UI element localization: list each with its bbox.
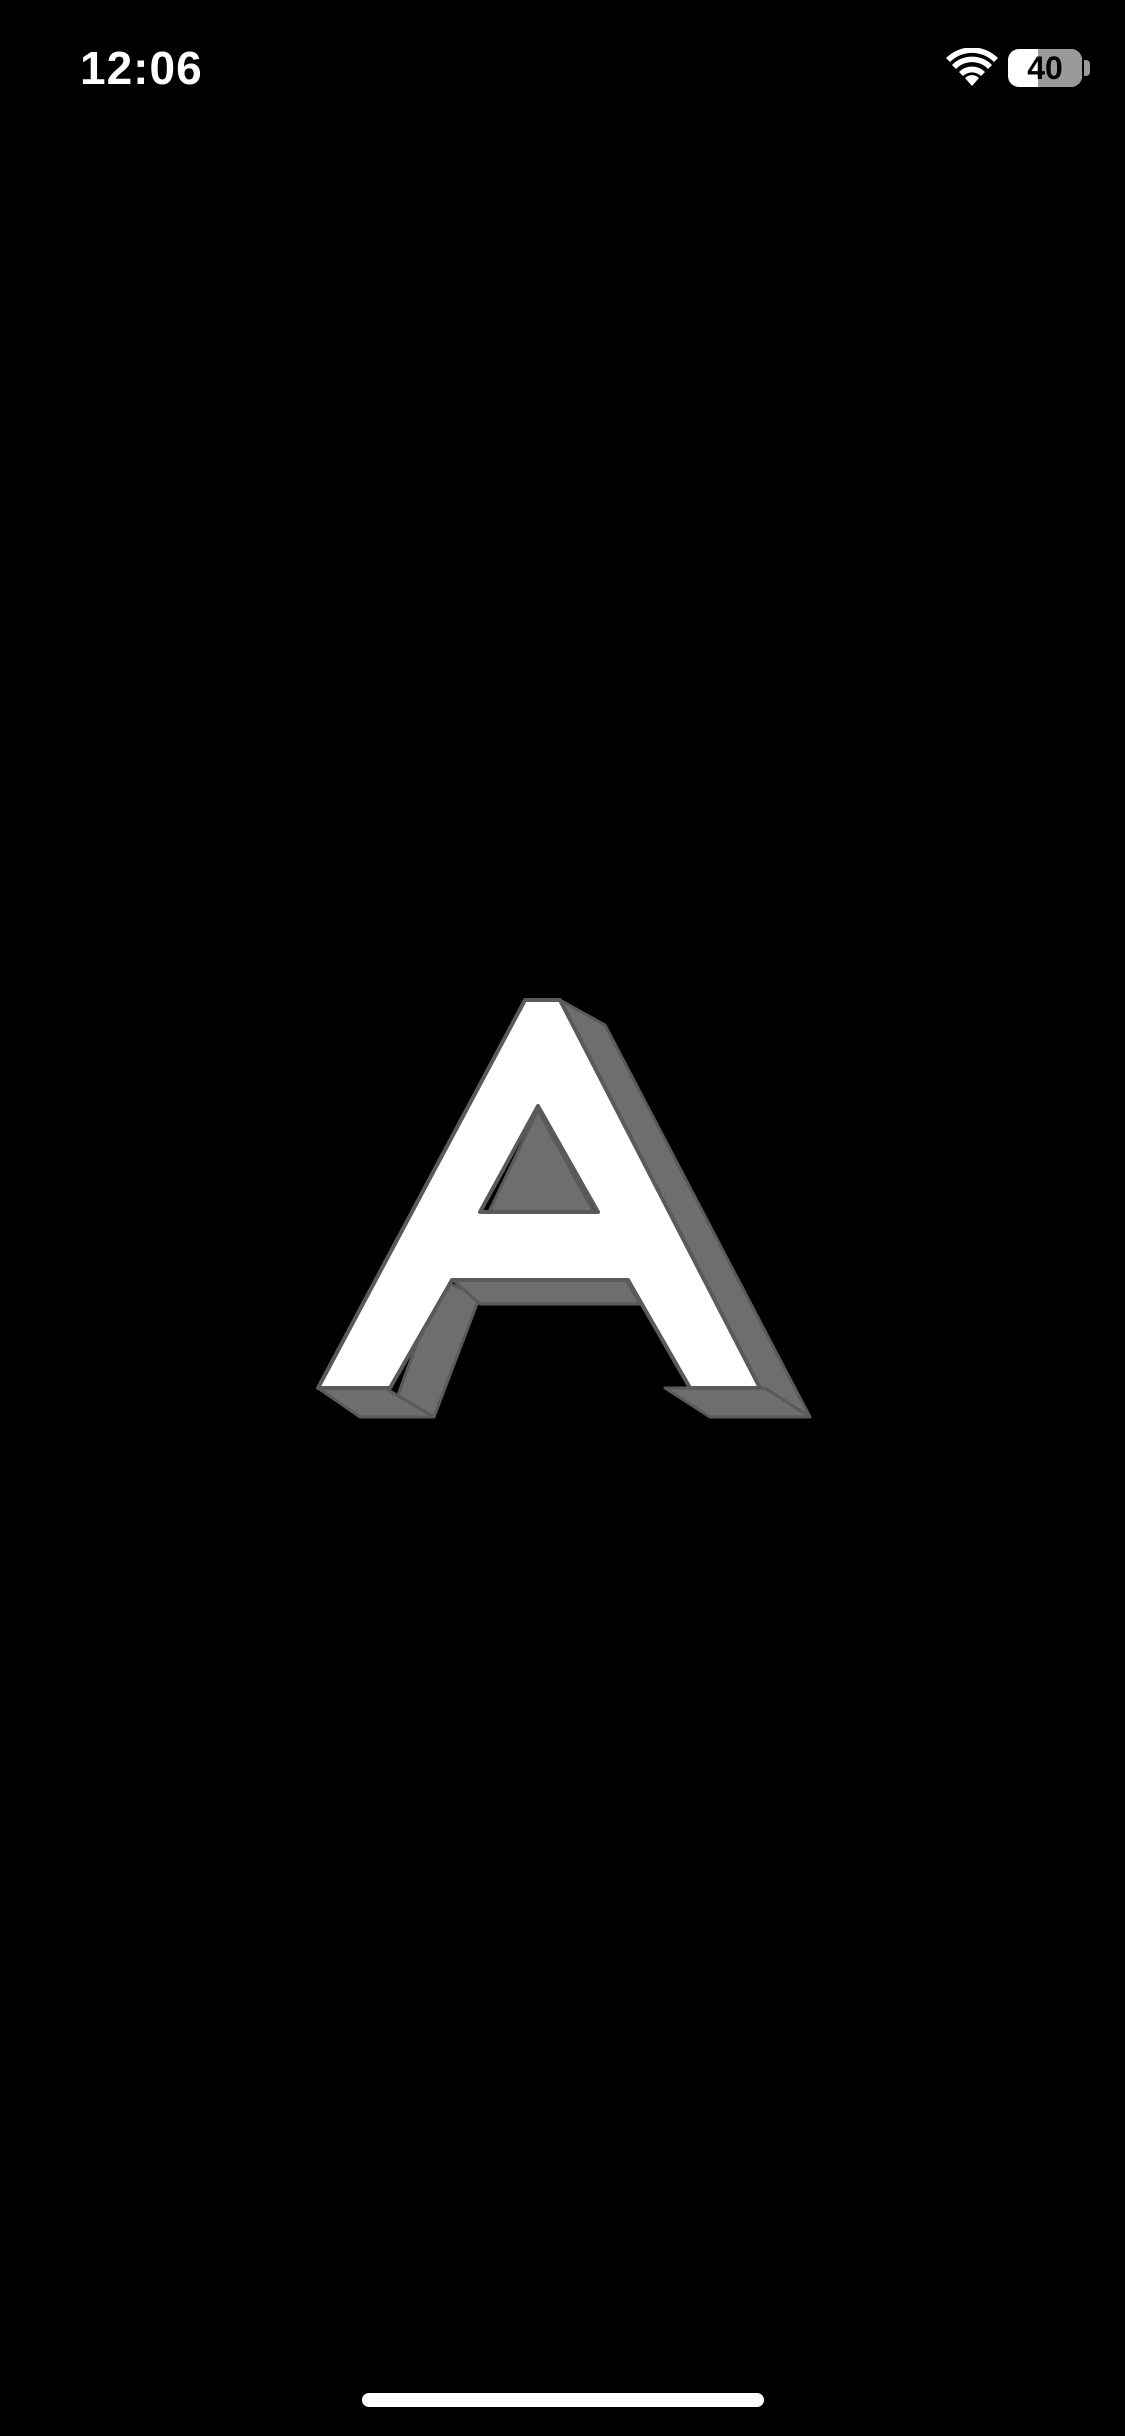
status-bar: 12:06 40 [0, 0, 1125, 140]
battery-icon: 40 [1008, 49, 1082, 87]
logo-crossbar-side [451, 1278, 642, 1306]
battery-cap [1084, 60, 1090, 76]
status-bar-time: 12:06 [80, 42, 203, 94]
letter-a-3d-logo [316, 998, 812, 1419]
wifi-icon [946, 48, 998, 86]
home-indicator[interactable] [362, 2393, 764, 2407]
battery-level-text: 40 [1027, 50, 1063, 86]
